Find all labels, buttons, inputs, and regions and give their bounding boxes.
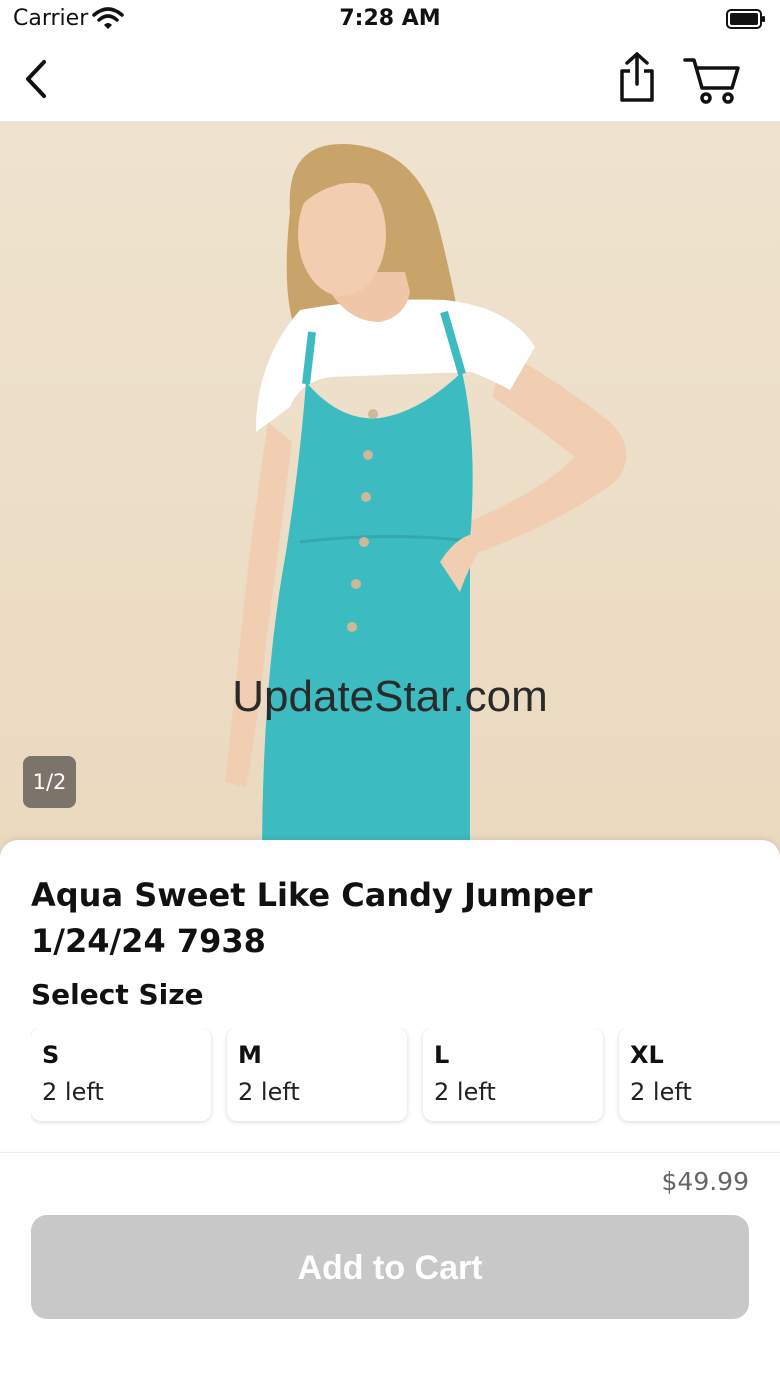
size-stock: 2 left	[238, 1078, 300, 1106]
size-stock: 2 left	[42, 1078, 104, 1106]
size-name: M	[238, 1041, 262, 1069]
product-image-carousel[interactable]: UpdateStar.com 1/2	[0, 122, 780, 862]
size-option-s[interactable]: S 2 left	[31, 1028, 211, 1121]
image-counter-badge: 1/2	[23, 756, 76, 808]
product-title: Aqua Sweet Like Candy Jumper 1/24/24 793…	[31, 876, 593, 960]
size-option-xl[interactable]: XL 2 left	[619, 1028, 780, 1121]
cart-button[interactable]	[682, 54, 742, 106]
back-button[interactable]	[18, 56, 58, 102]
select-size-heading: Select Size	[31, 978, 204, 1011]
size-option-l[interactable]: L 2 left	[423, 1028, 603, 1121]
size-name: XL	[630, 1041, 664, 1069]
status-bar: Carrier 7:28 AM	[0, 0, 780, 40]
watermark: UpdateStar.com	[232, 672, 548, 721]
purchase-bar: $49.99 Add to Cart	[0, 1152, 780, 1388]
product-photo	[225, 143, 627, 862]
cart-icon	[683, 58, 740, 104]
size-option-m[interactable]: M 2 left	[227, 1028, 407, 1121]
share-button[interactable]	[612, 50, 662, 106]
size-name: S	[42, 1041, 60, 1069]
share-icon	[620, 52, 654, 102]
size-stock: 2 left	[630, 1078, 692, 1106]
size-name: L	[434, 1041, 450, 1069]
navigation-bar	[0, 40, 780, 122]
product-price: $49.99	[661, 1167, 749, 1196]
product-detail-sheet: Aqua Sweet Like Candy Jumper 1/24/24 793…	[0, 840, 780, 1150]
size-options-list[interactable]: S 2 left M 2 left L 2 left XL 2 left	[31, 1028, 780, 1128]
clock: 7:28 AM	[339, 6, 441, 31]
size-stock: 2 left	[434, 1078, 496, 1106]
add-to-cart-button[interactable]: Add to Cart	[31, 1215, 749, 1319]
chevron-left-icon	[26, 60, 46, 98]
battery-icon	[726, 9, 766, 29]
